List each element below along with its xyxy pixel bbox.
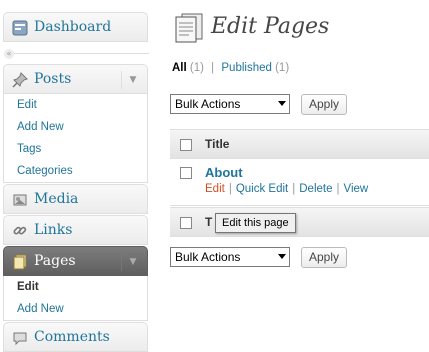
select-all-checkbox-bottom[interactable]: [180, 217, 192, 229]
pages-icon: [12, 254, 28, 270]
main-content: Edit Pages All (1) | Published (1) Bulk …: [170, 0, 429, 343]
pages-large-icon: [173, 13, 205, 43]
pages-add-new-link[interactable]: Add New: [4, 298, 147, 320]
pages-submenu: Edit Add New: [3, 276, 148, 321]
apply-button-bottom[interactable]: Apply: [301, 247, 347, 268]
row-action-delete[interactable]: Delete: [299, 183, 332, 195]
column-title-header[interactable]: Title: [205, 137, 229, 151]
row-actions: Edit | Quick Edit | Delete | View: [205, 183, 369, 195]
menu-media-label: Media: [34, 191, 79, 207]
page-title: Edit Pages: [211, 14, 330, 39]
link-icon: [12, 223, 28, 239]
table-footer: T: [170, 207, 429, 237]
menu-pages[interactable]: Pages ▼: [3, 246, 148, 276]
menu-posts-label: Posts: [34, 71, 72, 87]
dropdown-arrow-icon: [278, 254, 286, 259]
media-icon: [12, 192, 28, 208]
filter-published[interactable]: Published: [221, 62, 272, 74]
row-action-view[interactable]: View: [344, 183, 369, 195]
collapse-divider: [4, 53, 149, 54]
menu-media[interactable]: Media: [3, 184, 148, 214]
posts-add-new-link[interactable]: Add New: [4, 116, 147, 138]
collapse-arrow-icon[interactable]: «: [4, 49, 14, 59]
menu-comments[interactable]: Comments: [3, 322, 148, 352]
bulk-actions-select-bottom[interactable]: Bulk Actions: [170, 247, 290, 267]
select-all-checkbox[interactable]: [180, 139, 192, 151]
posts-categories-link[interactable]: Categories: [4, 160, 147, 182]
posts-tags-link[interactable]: Tags: [4, 138, 147, 160]
dropdown-arrow-icon: [278, 101, 286, 106]
filter-separator: |: [211, 62, 215, 74]
posts-edit-link[interactable]: Edit: [4, 94, 147, 116]
status-filters: All (1) | Published (1): [172, 62, 289, 74]
pages-toggle-arrow-icon[interactable]: ▼: [121, 253, 144, 271]
menu-dashboard-label: Dashboard: [34, 19, 112, 35]
bulk-actions-select-top[interactable]: Bulk Actions: [170, 94, 290, 114]
row-checkbox[interactable]: [180, 167, 192, 179]
dashboard-icon: [12, 20, 28, 36]
bulk-actions-value: Bulk Actions: [175, 97, 241, 111]
sidebar-collapse[interactable]: «: [4, 49, 149, 59]
column-title-footer[interactable]: T: [205, 215, 212, 229]
posts-toggle-arrow-icon[interactable]: ▼: [121, 71, 144, 89]
filter-published-count: (1): [275, 62, 290, 74]
posts-submenu: Edit Add New Tags Categories: [3, 94, 148, 183]
apply-button-top[interactable]: Apply: [301, 94, 347, 115]
table-row: About Edit | Quick Edit | Delete | View: [170, 159, 429, 206]
bulk-actions-value-bottom: Bulk Actions: [175, 250, 241, 264]
filter-all-count: (1): [189, 62, 204, 74]
admin-sidebar: Dashboard « Posts ▼ Edit Add New Tags Ca…: [0, 0, 150, 352]
pin-icon: [12, 72, 28, 88]
comments-icon: [12, 330, 28, 346]
menu-dashboard[interactable]: Dashboard: [3, 12, 148, 42]
filter-all[interactable]: All: [172, 62, 187, 74]
row-action-edit[interactable]: Edit: [205, 183, 225, 195]
row-title-link[interactable]: About: [205, 165, 243, 180]
row-action-quick-edit[interactable]: Quick Edit: [236, 183, 288, 195]
menu-posts[interactable]: Posts ▼: [3, 64, 148, 94]
menu-links[interactable]: Links: [3, 215, 148, 245]
tooltip: Edit this page: [215, 213, 296, 233]
pages-edit-link[interactable]: Edit: [4, 276, 147, 298]
menu-pages-label: Pages: [34, 253, 76, 269]
menu-links-label: Links: [34, 222, 73, 238]
table-header: Title: [170, 129, 429, 159]
